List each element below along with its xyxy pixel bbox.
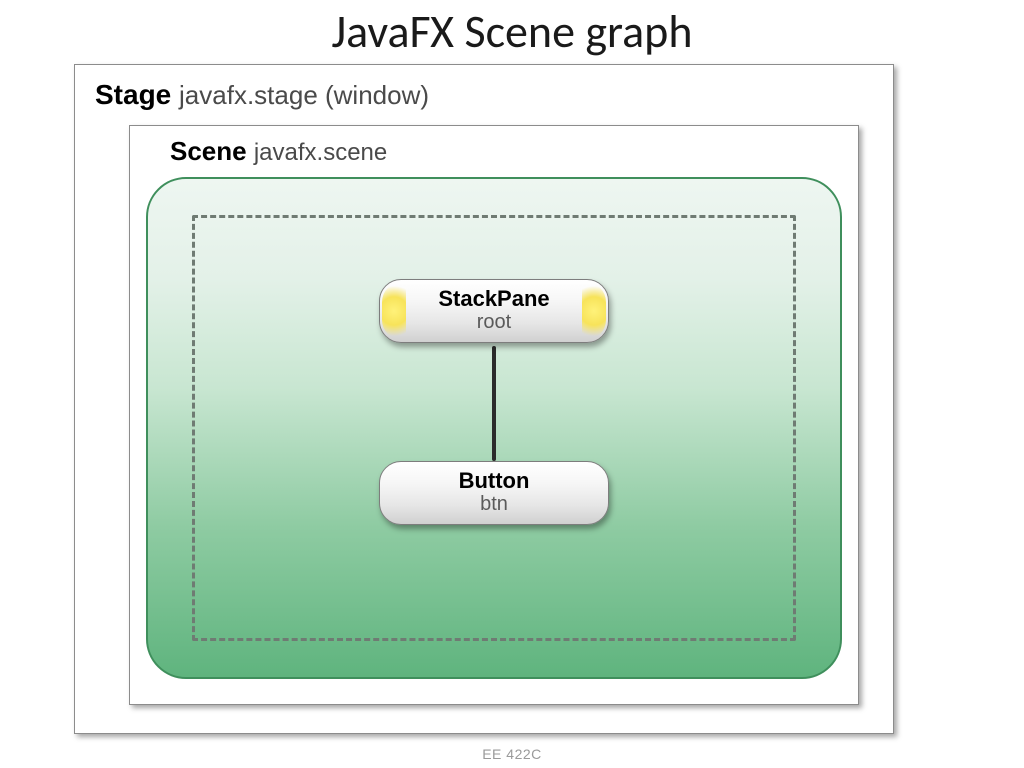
node-class: Button — [390, 468, 598, 493]
node-var-name: btn — [390, 493, 598, 516]
scene-heading: Scene javafx.scene — [146, 136, 842, 173]
scene-content-area: StackPane root Button btn — [146, 177, 842, 679]
node-class: StackPane — [390, 286, 598, 311]
scene-package: javafx.scene — [254, 139, 387, 166]
stage-heading: Stage javafx.stage (window) — [93, 75, 875, 119]
scene-panel: Scene javafx.scene StackPane root Button… — [129, 125, 859, 705]
stage-label: Stage — [95, 79, 171, 110]
stage-package: javafx.stage (window) — [179, 80, 429, 110]
tree-edge — [492, 346, 496, 461]
node-button: Button btn — [379, 461, 609, 525]
scene-label: Scene — [170, 136, 247, 166]
node-var-name: root — [390, 311, 598, 334]
slide-footer: EE 422C — [0, 746, 1024, 762]
slide: JavaFX Scene graph Stage javafx.stage (w… — [0, 0, 1024, 768]
slide-title: JavaFX Scene graph — [0, 4, 1024, 60]
stage-panel: Stage javafx.stage (window) Scene javafx… — [74, 64, 894, 734]
node-stackpane: StackPane root — [379, 279, 609, 343]
